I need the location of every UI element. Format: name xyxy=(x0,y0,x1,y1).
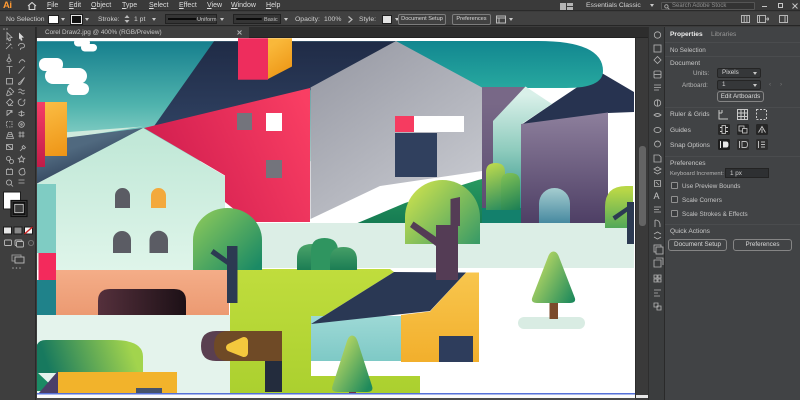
svg-text:A: A xyxy=(654,191,660,201)
